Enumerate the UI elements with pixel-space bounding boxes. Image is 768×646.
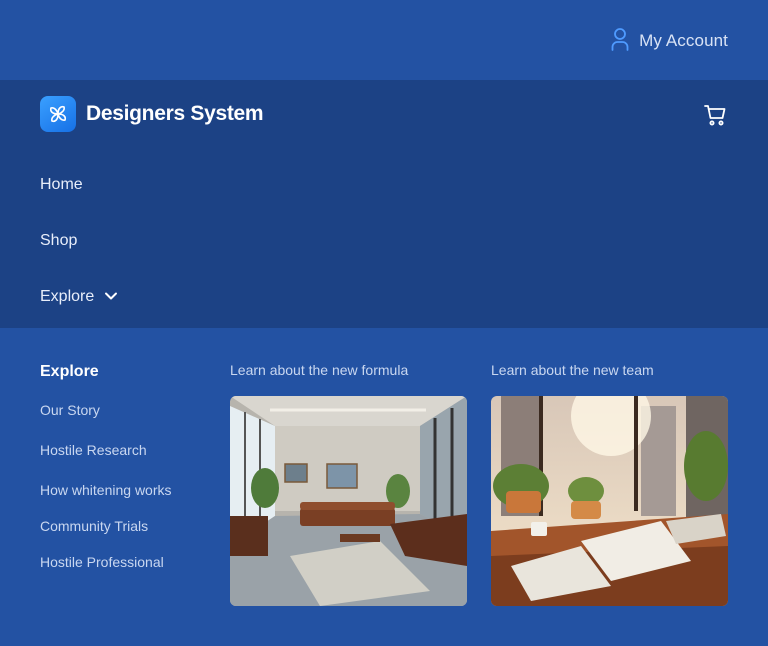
feature-card-team: Learn about the new team	[491, 362, 728, 606]
feature-card-formula: Learn about the new formula	[230, 362, 467, 606]
nav-item-label: Explore	[40, 288, 95, 305]
chevron-down-icon	[104, 288, 118, 306]
explore-heading: Explore	[40, 363, 99, 380]
user-icon	[611, 27, 629, 56]
brand-name: Designers System	[86, 102, 264, 125]
explore-menu: Explore Our Story Hostile Research How w…	[40, 363, 172, 570]
explore-link-hostile-research[interactable]: Hostile Research	[40, 442, 147, 458]
office-lounge-image[interactable]	[230, 396, 467, 606]
nav-item-label: Home	[40, 176, 83, 193]
explore-link-how-whitening-works[interactable]: How whitening works	[40, 482, 172, 498]
my-account-link[interactable]: My Account	[611, 27, 728, 55]
top-bar: My Account	[0, 0, 768, 80]
feature-title-team[interactable]: Learn about the new team	[491, 362, 728, 378]
shopping-cart-icon[interactable]	[702, 102, 728, 128]
explore-link-community-trials[interactable]: Community Trials	[40, 518, 148, 534]
navigation-panel: Designers System Home Shop Explore	[0, 80, 768, 328]
sunny-desk-image[interactable]	[491, 396, 728, 606]
explore-link-hostile-professional[interactable]: Hostile Professional	[40, 554, 164, 570]
explore-link-our-story[interactable]: Our Story	[40, 402, 100, 418]
nav-item-explore[interactable]: Explore	[40, 288, 118, 306]
brand-home-link[interactable]: Designers System	[40, 96, 264, 132]
nav-item-shop[interactable]: Shop	[40, 232, 77, 250]
nav-item-label: Shop	[40, 232, 78, 249]
pinwheel-logo-icon	[40, 96, 76, 132]
feature-title-formula[interactable]: Learn about the new formula	[230, 362, 467, 378]
my-account-label: My Account	[639, 31, 728, 50]
nav-item-home[interactable]: Home	[40, 176, 83, 194]
